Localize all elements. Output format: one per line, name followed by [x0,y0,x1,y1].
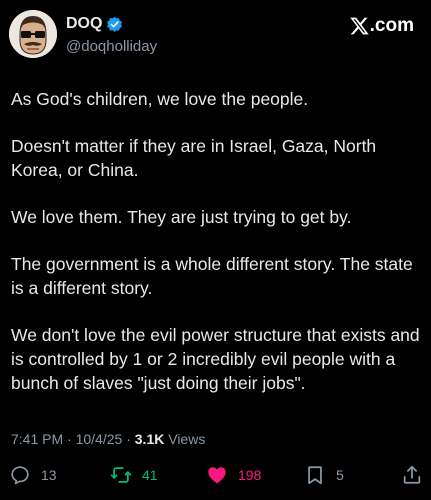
reply-button[interactable]: 13 [9,462,57,488]
tweet-paragraph: The government is a whole different stor… [11,254,418,298]
views-count: 3.1K [134,431,165,447]
tweet-paragraph: As God's children, we love the people. [11,89,309,109]
tweet-paragraph: Doesn't matter if they are in Israel, Ga… [11,136,382,180]
x-com-brand: .com [349,15,414,37]
like-count: 198 [238,467,262,483]
tweet-paragraph: We don't love the evil power structure t… [11,325,425,393]
tweet-header: DOQ @doqholliday .com [0,0,431,70]
tweet-text: As God's children, we love the people. D… [11,87,421,418]
meta-separator: · [126,431,131,447]
like-button[interactable]: 198 [206,462,261,488]
share-button[interactable] [401,462,423,488]
tweet-date[interactable]: 10/4/25 [76,431,123,447]
bookmark-count: 5 [336,467,344,483]
retweet-count: 41 [142,467,158,483]
heart-icon [208,467,226,484]
tweet-paragraph: We love them. They are just trying to ge… [11,207,352,227]
avatar[interactable] [9,10,57,58]
verified-badge-icon [107,16,123,32]
meta-separator: · [67,431,72,447]
reply-count: 13 [41,467,57,483]
display-name[interactable]: DOQ [66,15,102,33]
x-logo-icon [349,17,369,35]
display-name-row[interactable]: DOQ [66,15,123,33]
share-icon [403,465,421,484]
brand-label: .com [369,15,414,36]
retweet-button[interactable]: 41 [110,462,158,488]
tweet-time[interactable]: 7:41 PM [11,431,63,447]
retweet-icon [110,467,132,483]
bookmark-button[interactable]: 5 [304,462,344,488]
user-handle[interactable]: @doqholliday [66,38,157,55]
avatar-image [9,10,57,58]
views-label: Views [168,431,206,447]
reply-icon [11,466,29,485]
bookmark-icon [308,466,322,485]
tweet-meta: 7:41 PM · 10/4/25 · 3.1K Views [11,431,205,447]
action-bar: 13 41 198 5 [0,462,431,492]
